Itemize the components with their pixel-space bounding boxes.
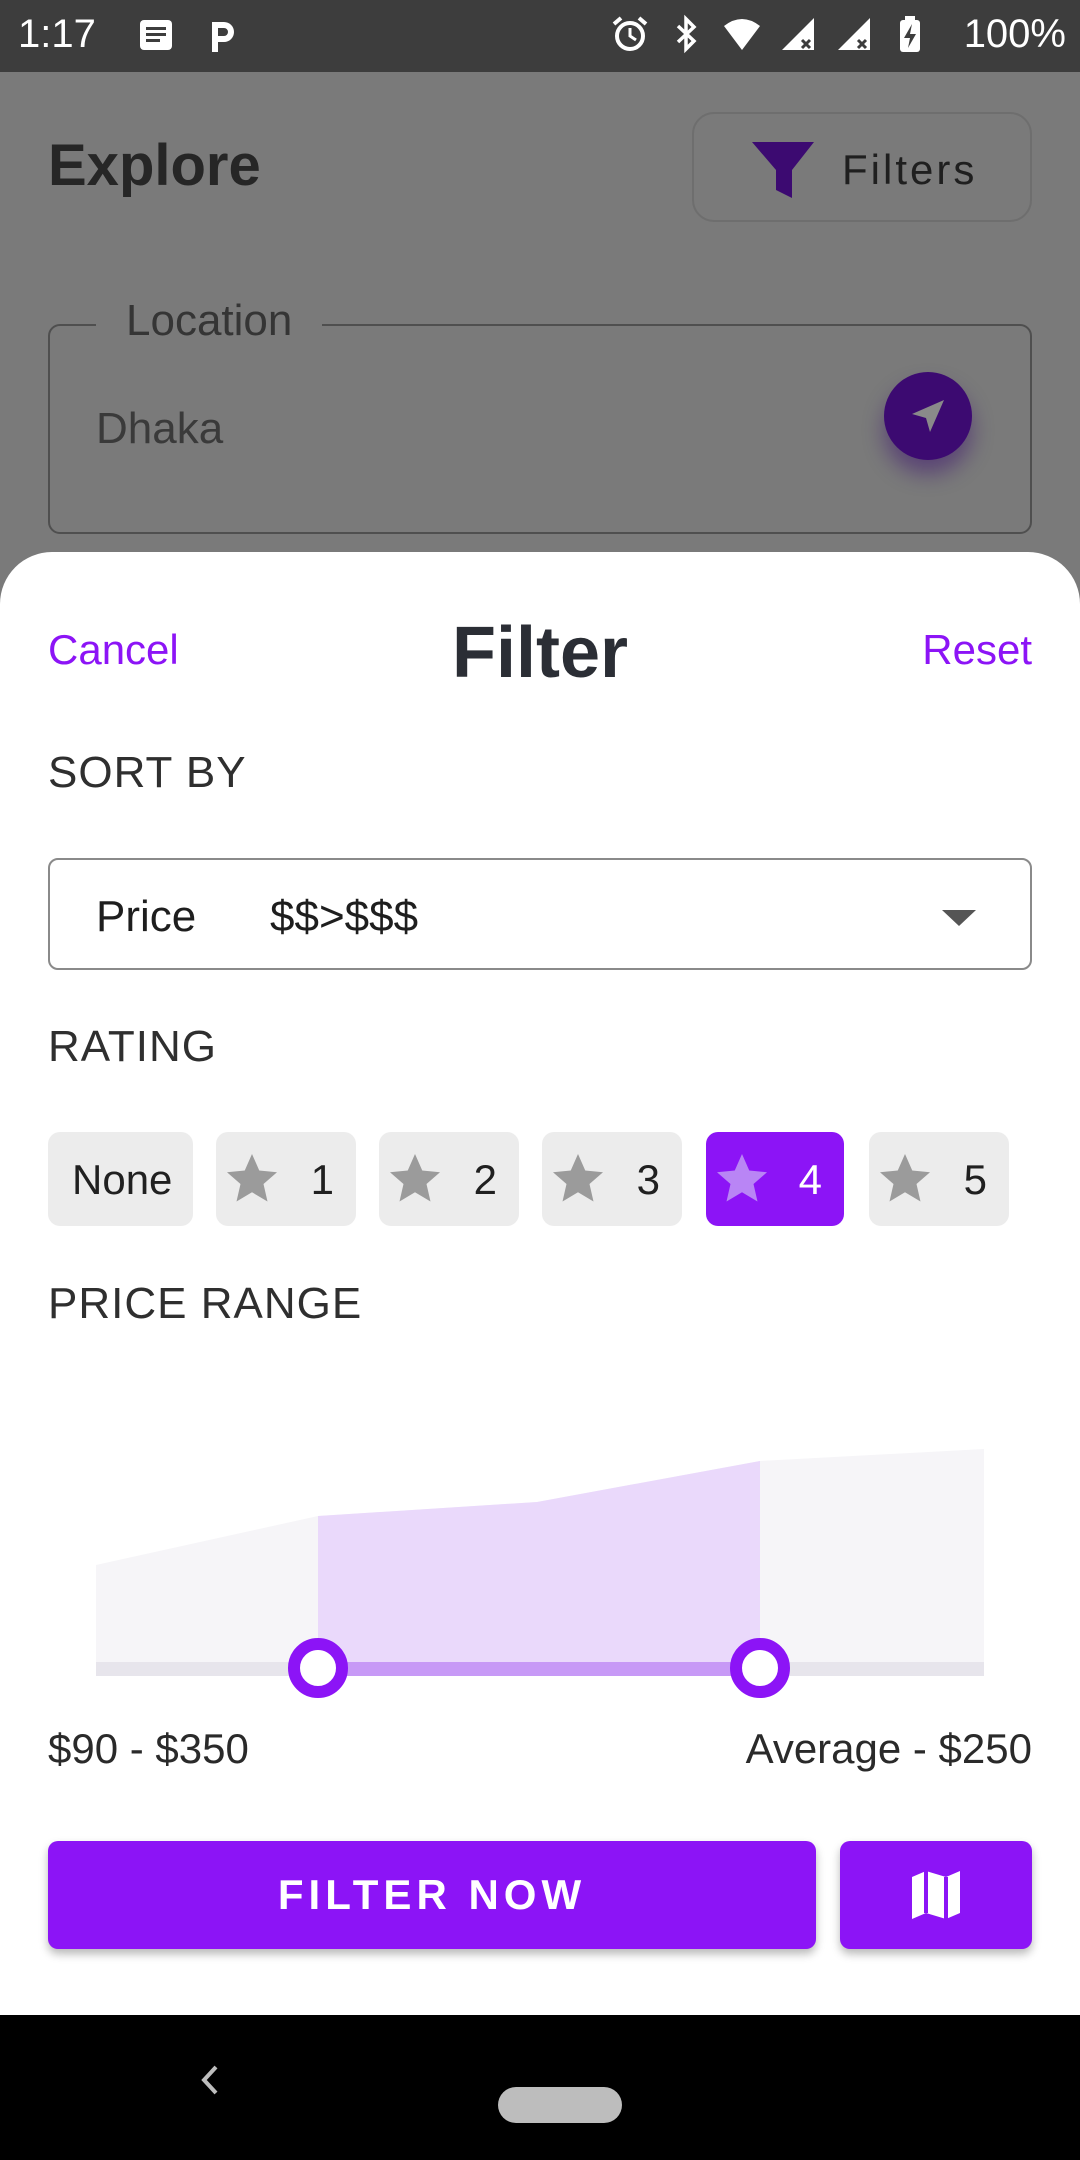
signal-icon-2 xyxy=(838,18,870,50)
star-icon xyxy=(227,1154,277,1202)
sort-key: Price xyxy=(96,892,197,941)
page-title: Explore xyxy=(48,133,261,198)
map-icon xyxy=(912,1871,960,1919)
message-icon xyxy=(140,20,172,50)
rating-heading: RATING xyxy=(48,1022,217,1071)
price-average: Average - $250 xyxy=(745,1725,1032,1772)
locate-button[interactable] xyxy=(884,372,972,460)
star-icon xyxy=(880,1154,930,1202)
slider-handle-min[interactable] xyxy=(288,1638,348,1698)
signal-icon xyxy=(782,18,814,50)
location-label: Location xyxy=(96,296,323,346)
navigation-bar xyxy=(0,2015,1080,2160)
alarm-icon xyxy=(612,16,648,51)
slider-track-selected xyxy=(318,1662,760,1676)
chevron-down-icon xyxy=(942,910,976,926)
rating-chip-4[interactable]: 4 xyxy=(706,1132,844,1226)
slider-handle-max[interactable] xyxy=(730,1638,790,1698)
rating-chip-label: 2 xyxy=(473,1156,497,1203)
price-histogram-selected xyxy=(318,1461,760,1669)
filters-label: Filters xyxy=(842,146,978,193)
filter-sheet: Cancel Filter Reset SORT BY Price $$>$$$… xyxy=(0,552,1080,2015)
rating-chip-label: None xyxy=(72,1156,173,1203)
filters-button[interactable]: Filters xyxy=(692,112,1032,222)
map-button[interactable] xyxy=(840,1841,1032,1949)
rating-chip-1[interactable]: 1 xyxy=(216,1132,356,1226)
home-pill[interactable] xyxy=(498,2087,622,2123)
sort-value: $$>$$$ xyxy=(270,892,419,941)
filter-now-button[interactable]: FILTER NOW xyxy=(48,1841,816,1949)
price-range-heading: PRICE RANGE xyxy=(48,1279,363,1328)
reset-button[interactable]: Reset xyxy=(922,626,1032,674)
rating-chip-3[interactable]: 3 xyxy=(542,1132,682,1226)
sheet-title: Filter xyxy=(451,613,629,693)
star-icon xyxy=(390,1154,440,1202)
navigation-arrow-icon xyxy=(912,400,944,432)
battery-charging-icon xyxy=(900,16,920,52)
price-range-slider[interactable] xyxy=(48,1372,1032,1732)
funnel-icon xyxy=(752,142,814,198)
sort-by-heading: SORT BY xyxy=(48,748,247,797)
status-bar: 1:17 100% xyxy=(0,0,1080,72)
rating-chip-label: 3 xyxy=(636,1156,660,1203)
status-time: 1:17 xyxy=(18,12,96,56)
rating-chip-2[interactable]: 2 xyxy=(379,1132,519,1226)
rating-chip-none[interactable]: None xyxy=(48,1132,193,1226)
parking-icon xyxy=(212,22,234,52)
sort-select[interactable]: Price $$>$$$ xyxy=(48,858,1032,970)
rating-chip-label: 4 xyxy=(798,1156,822,1203)
back-icon[interactable] xyxy=(194,2055,224,2105)
location-value: Dhaka xyxy=(96,404,224,453)
star-icon xyxy=(553,1154,603,1202)
rating-chip-label: 5 xyxy=(963,1156,987,1203)
wifi-icon xyxy=(724,19,760,50)
price-range-value: $90 - $350 xyxy=(48,1725,249,1772)
rating-chip-label: 1 xyxy=(310,1156,334,1203)
bluetooth-icon xyxy=(676,14,697,54)
battery-percent: 100% xyxy=(963,12,1066,56)
star-icon xyxy=(717,1154,767,1202)
rating-chip-5[interactable]: 5 xyxy=(869,1132,1009,1226)
rating-chips: None 1 2 3 4 5 xyxy=(48,1132,1048,1226)
